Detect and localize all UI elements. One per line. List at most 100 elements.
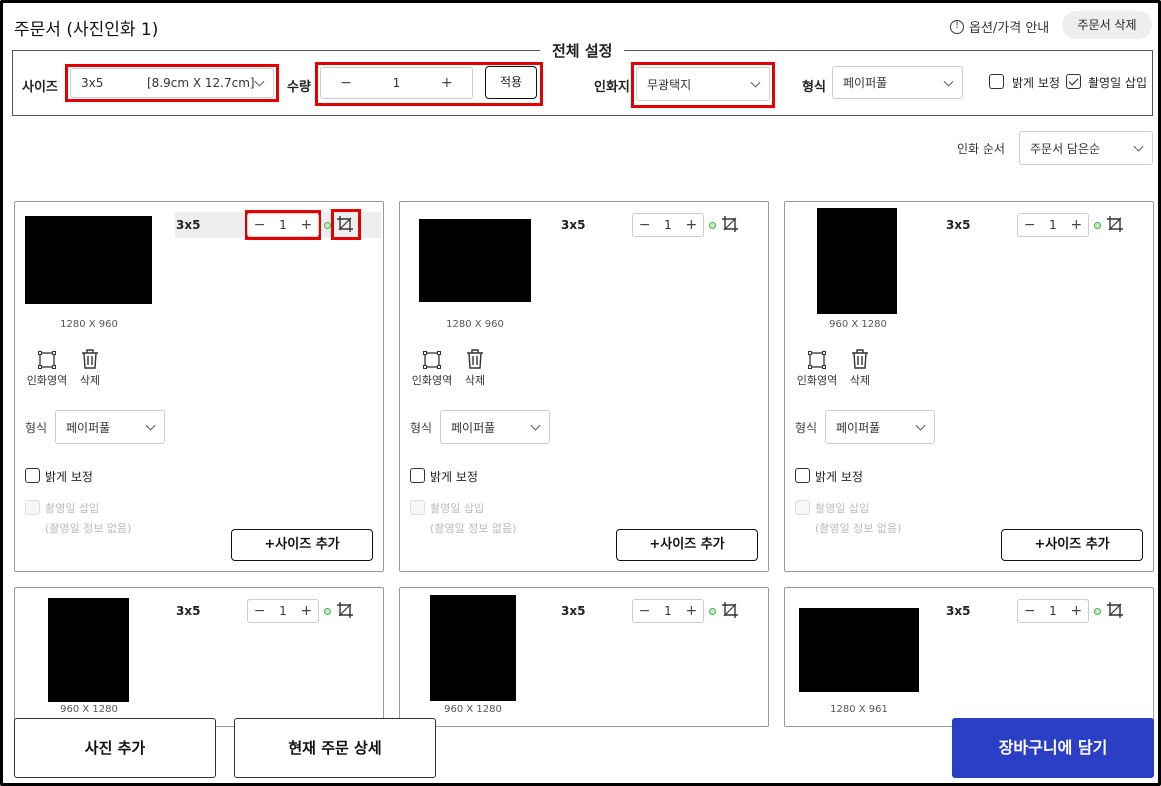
photo-thumbnail[interactable] bbox=[25, 216, 152, 304]
card-quantity-stepper[interactable]: − 1 + bbox=[247, 599, 319, 623]
card-date-insert-checkbox bbox=[25, 500, 40, 515]
card-qty-decrement-button[interactable]: − bbox=[633, 603, 656, 619]
card-brighten-checkbox[interactable] bbox=[410, 468, 425, 483]
paper-select[interactable]: 무광택지 bbox=[636, 67, 770, 101]
card-qty-decrement-button[interactable]: − bbox=[633, 217, 656, 233]
card-date-insert-checkbox bbox=[410, 500, 425, 515]
card-brighten-checkbox[interactable] bbox=[795, 468, 810, 483]
add-size-button[interactable]: +사이즈 추가 bbox=[616, 529, 758, 561]
add-size-button[interactable]: +사이즈 추가 bbox=[1001, 529, 1143, 561]
crop-icon[interactable] bbox=[1106, 215, 1126, 235]
card-brighten-checkbox[interactable] bbox=[25, 468, 40, 483]
card-quantity-stepper[interactable]: − 1 + bbox=[247, 213, 319, 237]
card-quantity-stepper[interactable]: − 1 + bbox=[1017, 213, 1089, 237]
crop-icon[interactable] bbox=[721, 215, 741, 235]
card-qty-decrement-button[interactable]: − bbox=[248, 217, 271, 233]
card-qty-decrement-button[interactable]: − bbox=[248, 603, 271, 619]
card-qty-value[interactable]: 1 bbox=[271, 218, 294, 232]
print-area-button[interactable]: 인화영역 bbox=[23, 350, 71, 388]
card-qty-increment-button[interactable]: + bbox=[295, 217, 318, 233]
crop-icon[interactable] bbox=[721, 601, 741, 621]
print-size-label: 3x5 bbox=[176, 604, 201, 618]
add-photo-button[interactable]: 사진 추가 bbox=[14, 718, 216, 778]
status-dot-icon bbox=[1094, 608, 1101, 615]
paper-select-value: 무광택지 bbox=[647, 77, 692, 92]
card-format-value: 페이퍼풀 bbox=[836, 420, 881, 435]
size-select-detail: [8.9cm X 12.7cm] bbox=[147, 76, 255, 90]
quantity-label: 수량 bbox=[287, 80, 311, 95]
card-qty-value[interactable]: 1 bbox=[1041, 218, 1064, 232]
crop-icon[interactable] bbox=[336, 215, 356, 235]
delete-photo-button[interactable]: 삭제 bbox=[845, 348, 875, 388]
trash-icon bbox=[460, 348, 490, 372]
quantity-value[interactable]: 1 bbox=[371, 76, 421, 90]
chevron-down-icon bbox=[1133, 141, 1144, 152]
photo-thumbnail[interactable] bbox=[48, 598, 129, 702]
card-format-select[interactable]: 페이퍼풀 bbox=[440, 410, 550, 444]
print-area-button[interactable]: 인화영역 bbox=[408, 350, 456, 388]
trash-icon bbox=[75, 348, 105, 372]
add-size-button[interactable]: +사이즈 추가 bbox=[231, 529, 373, 561]
photo-thumbnail[interactable] bbox=[419, 219, 531, 302]
photo-thumbnail[interactable] bbox=[430, 595, 516, 701]
card-quantity-stepper[interactable]: − 1 + bbox=[1017, 599, 1089, 623]
options-price-guide-link[interactable]: ! 옵션/가격 안내 bbox=[950, 17, 1049, 36]
card-brighten-label: 밝게 보정 bbox=[45, 470, 93, 484]
date-insert-checkbox[interactable] bbox=[1066, 74, 1081, 89]
photo-card: 1280 X 960 3x5 − 1 + 인화영역 삭제 형식 페이퍼풀 밝게 보정… bbox=[399, 201, 769, 572]
photo-thumbnail[interactable] bbox=[817, 208, 897, 314]
print-size-label: 3x5 bbox=[946, 218, 971, 232]
status-dot-icon bbox=[324, 608, 331, 615]
delete-photo-label: 삭제 bbox=[464, 374, 486, 387]
card-date-insert-checkbox bbox=[795, 500, 810, 515]
card-qty-decrement-button[interactable]: − bbox=[1018, 603, 1041, 619]
card-qty-increment-button[interactable]: + bbox=[295, 603, 318, 619]
chevron-down-icon bbox=[750, 77, 761, 88]
card-qty-value[interactable]: 1 bbox=[1041, 604, 1064, 618]
date-insert-label: 촬영일 삽입 bbox=[1088, 76, 1148, 90]
crop-icon[interactable] bbox=[336, 601, 356, 621]
card-quantity-stepper[interactable]: − 1 + bbox=[632, 213, 704, 237]
crop-icon[interactable] bbox=[1106, 601, 1126, 621]
quantity-decrement-button[interactable]: − bbox=[321, 75, 371, 91]
delete-photo-button[interactable]: 삭제 bbox=[460, 348, 490, 388]
card-format-select[interactable]: 페이퍼풀 bbox=[55, 410, 165, 444]
card-format-select[interactable]: 페이퍼풀 bbox=[825, 410, 935, 444]
delete-photo-button[interactable]: 삭제 bbox=[75, 348, 105, 388]
status-dot-icon bbox=[1094, 222, 1101, 229]
card-qty-value[interactable]: 1 bbox=[656, 604, 679, 618]
quantity-increment-button[interactable]: + bbox=[422, 75, 472, 91]
delete-order-button[interactable]: 주문서 삭제 bbox=[1062, 11, 1152, 39]
chevron-down-icon bbox=[943, 76, 954, 87]
card-qty-increment-button[interactable]: + bbox=[680, 603, 703, 619]
print-area-button[interactable]: 인화영역 bbox=[793, 350, 841, 388]
card-qty-increment-button[interactable]: + bbox=[1065, 217, 1088, 233]
print-area-label: 인화영역 bbox=[796, 374, 838, 387]
card-qty-increment-button[interactable]: + bbox=[1065, 603, 1088, 619]
card-qty-increment-button[interactable]: + bbox=[680, 217, 703, 233]
brighten-checkbox[interactable] bbox=[989, 74, 1004, 89]
print-area-label: 인화영역 bbox=[411, 374, 453, 387]
order-detail-button[interactable]: 현재 주문 상세 bbox=[234, 718, 436, 778]
crop-frame-icon bbox=[408, 350, 456, 372]
apply-button[interactable]: 적용 bbox=[485, 66, 537, 99]
size-select[interactable]: 3x5 [8.9cm X 12.7cm] bbox=[70, 68, 274, 98]
status-dot-icon bbox=[709, 608, 716, 615]
format-select-value: 페이퍼풀 bbox=[843, 76, 888, 90]
paper-label: 인화지 bbox=[594, 80, 630, 95]
format-select[interactable]: 페이퍼풀 bbox=[832, 66, 963, 99]
crop-frame-icon bbox=[793, 350, 841, 372]
print-size-label: 3x5 bbox=[561, 604, 586, 618]
card-date-note: (촬영일 정보 없음) bbox=[45, 522, 132, 535]
delete-photo-label: 삭제 bbox=[79, 374, 101, 387]
card-qty-value[interactable]: 1 bbox=[271, 604, 294, 618]
add-to-cart-button[interactable]: 장바구니에 담기 bbox=[952, 718, 1154, 778]
card-qty-decrement-button[interactable]: − bbox=[1018, 217, 1041, 233]
chevron-down-icon bbox=[145, 420, 156, 431]
card-quantity-stepper[interactable]: − 1 + bbox=[632, 599, 704, 623]
chevron-down-icon bbox=[915, 420, 926, 431]
quantity-stepper[interactable]: − 1 + bbox=[320, 67, 473, 99]
card-qty-value[interactable]: 1 bbox=[656, 218, 679, 232]
print-order-select[interactable]: 주문서 담은순 bbox=[1019, 131, 1153, 165]
photo-thumbnail[interactable] bbox=[799, 608, 919, 692]
